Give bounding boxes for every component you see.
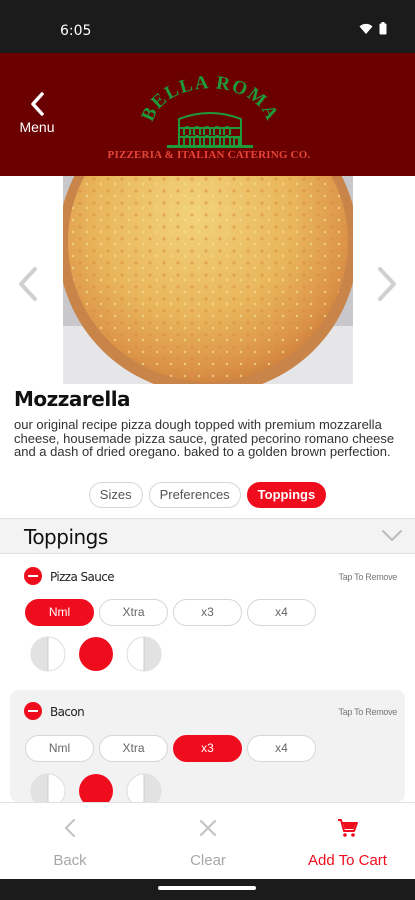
- status-bar: 6:05: [0, 0, 415, 53]
- tab-preferences[interactable]: Preferences: [148, 482, 241, 508]
- screen: { "status_bar": { "time": "6:05", "icons…: [0, 0, 415, 900]
- item-title: Mozzarella: [14, 387, 131, 411]
- status-icons: [359, 22, 387, 35]
- remove-topping-icon[interactable]: [24, 567, 42, 585]
- topping-row: Bacon Tap To Remove Nml Xtra x3 x4: [10, 690, 405, 809]
- quantity-option-nml[interactable]: Nml: [25, 735, 94, 762]
- option-tabs: Sizes Preferences Toppings: [0, 482, 415, 510]
- next-image-arrow-icon[interactable]: [375, 266, 399, 302]
- topping-name: Bacon: [50, 705, 85, 719]
- system-navigation-bar: [0, 879, 415, 900]
- bella-roma-logo: BELLA ROMA PIZZERIA & ITALIAN CATERING C…: [95, 72, 325, 161]
- chevron-down-icon: [382, 530, 402, 542]
- item-image-gallery: [0, 176, 415, 384]
- bottom-action-bar: Back Clear Add To Cart: [0, 802, 415, 879]
- home-indicator[interactable]: [158, 886, 256, 890]
- previous-image-arrow-icon[interactable]: [16, 266, 40, 302]
- quantity-options: Nml Xtra x3 x4: [25, 599, 316, 626]
- whole-portion-icon[interactable]: [78, 636, 114, 672]
- back-button[interactable]: Back: [30, 803, 110, 880]
- quantity-option-x4[interactable]: x4: [247, 735, 316, 762]
- menu-back-button[interactable]: Menu: [12, 91, 62, 151]
- quantity-option-xtra[interactable]: Xtra: [99, 599, 168, 626]
- portion-options: [30, 636, 162, 672]
- left-half-portion-icon[interactable]: [30, 636, 66, 672]
- remove-topping-icon[interactable]: [24, 702, 42, 720]
- clear-button[interactable]: Clear: [168, 803, 248, 880]
- right-half-portion-icon[interactable]: [126, 636, 162, 672]
- logo-tagline: PIZZERIA & ITALIAN CATERING CO.: [107, 149, 311, 161]
- section-title: Toppings: [24, 525, 108, 549]
- item-description: our original recipe pizza dough topped w…: [14, 417, 395, 459]
- colosseum-logo-icon: BELLA ROMA: [137, 72, 282, 148]
- tab-sizes[interactable]: Sizes: [88, 482, 143, 508]
- battery-icon: [379, 22, 387, 35]
- quantity-options: Nml Xtra x3 x4: [25, 735, 316, 762]
- topping-name: Pizza Sauce: [50, 570, 115, 584]
- clear-label: Clear: [190, 852, 226, 869]
- chevron-left-icon: [64, 818, 76, 838]
- quantity-option-xtra[interactable]: Xtra: [99, 735, 168, 762]
- quantity-option-x3[interactable]: x3: [173, 599, 242, 626]
- tap-to-remove-link[interactable]: Tap To Remove: [339, 707, 398, 717]
- svg-text:BELLA ROMA: BELLA ROMA: [137, 73, 282, 124]
- toppings-section-header[interactable]: Toppings: [0, 518, 415, 554]
- cart-icon: [337, 819, 358, 837]
- app-header: Menu BELLA ROMA PIZZERIA & ITALIAN CATER…: [0, 53, 415, 176]
- menu-label: Menu: [19, 119, 55, 135]
- tab-toppings[interactable]: Toppings: [246, 482, 327, 508]
- pizza-photo: [63, 176, 353, 384]
- back-label: Back: [53, 852, 87, 869]
- add-to-cart-label: Add To Cart: [308, 852, 387, 869]
- quantity-option-x3[interactable]: x3: [173, 735, 242, 762]
- status-time: 6:05: [60, 23, 92, 39]
- chevron-left-icon: [31, 92, 44, 116]
- quantity-option-x4[interactable]: x4: [247, 599, 316, 626]
- topping-row: Pizza Sauce Tap To Remove Nml Xtra x3 x4: [10, 556, 405, 680]
- tap-to-remove-link[interactable]: Tap To Remove: [339, 572, 398, 582]
- close-icon: [199, 819, 217, 837]
- wifi-icon: [359, 23, 373, 34]
- quantity-option-nml[interactable]: Nml: [25, 599, 94, 626]
- add-to-cart-button[interactable]: Add To Cart: [290, 803, 405, 880]
